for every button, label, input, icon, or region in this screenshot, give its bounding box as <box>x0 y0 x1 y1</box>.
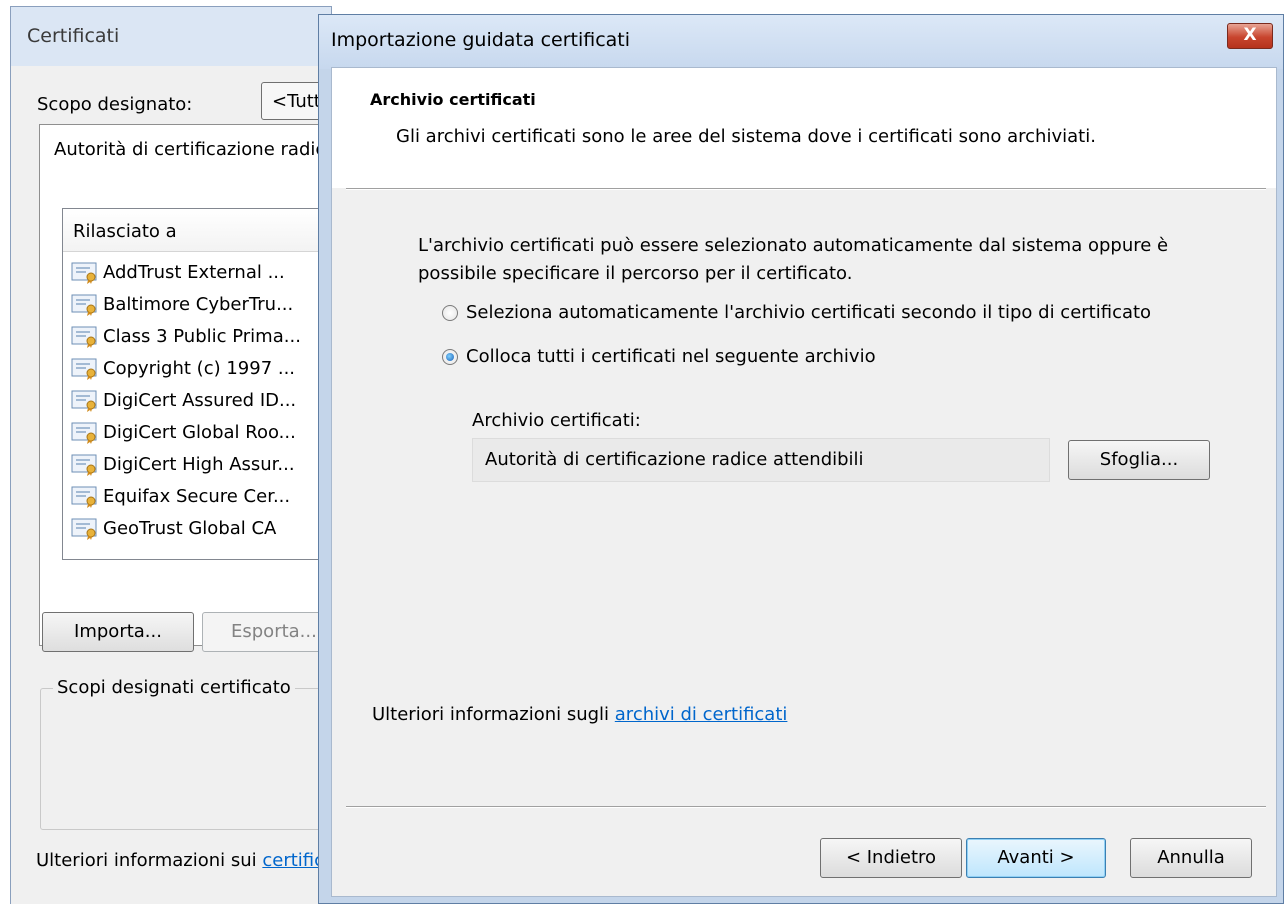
certificate-row[interactable]: AddTrust External ... <box>71 257 285 287</box>
radio-auto-label: Seleziona automaticamente l'archivio cer… <box>466 302 1152 323</box>
certificate-import-wizard: Importazione guidata certificati X Archi… <box>318 14 1284 904</box>
certificate-icon <box>71 518 99 540</box>
close-icon[interactable]: X <box>1227 23 1273 49</box>
certificate-purposes-group: Scopi designati certificato <box>40 677 352 830</box>
store-field: Autorità di certificazione radice attend… <box>472 438 1050 482</box>
more-info-text: Ulteriori informazioni sui <box>36 850 263 871</box>
wizard-titlebar[interactable]: Importazione guidata certificati X <box>319 15 1283 69</box>
certificate-name: DigiCert Assured ID... <box>103 389 297 411</box>
certificates-more-info: Ulteriori informazioni sui certificati <box>36 850 347 871</box>
section-description: Gli archivi certificati sono le aree del… <box>396 126 1096 147</box>
cancel-button[interactable]: Annulla <box>1130 838 1252 878</box>
radio-manual-icon[interactable] <box>442 348 458 365</box>
column-header-issued-to[interactable]: Rilasciato a <box>63 209 353 252</box>
certificate-row[interactable]: Baltimore CyberTru... <box>71 289 293 319</box>
back-button[interactable]: < Indietro <box>820 838 962 878</box>
certificate-name: Equifax Secure Cer... <box>103 485 291 507</box>
certificate-icon <box>71 262 99 284</box>
certificates-window-title: Certificati <box>27 25 120 47</box>
certificate-name: Copyright (c) 1997 ... <box>103 357 296 379</box>
scope-label: Scopo designato: <box>37 94 193 115</box>
radio-place-in-store[interactable]: Colloca tutti i certificati nel seguente… <box>442 346 876 367</box>
certificate-icon <box>71 294 99 316</box>
browse-button[interactable]: Sfoglia... <box>1068 440 1210 480</box>
column-header-label: Rilasciato a <box>73 221 177 242</box>
certificate-row[interactable]: Class 3 Public Prima... <box>71 321 301 351</box>
certificate-row[interactable]: Copyright (c) 1997 ... <box>71 353 295 383</box>
certificate-icon <box>71 454 99 476</box>
certificate-row[interactable]: DigiCert Global Roo... <box>71 417 296 447</box>
certificate-icon <box>71 422 99 444</box>
certificate-name: Class 3 Public Prima... <box>103 325 301 347</box>
certificate-row[interactable]: DigiCert High Assur... <box>71 449 295 479</box>
certificate-purposes-label: Scopi designati certificato <box>53 677 295 698</box>
next-button[interactable]: Avanti > <box>966 838 1106 878</box>
certificate-name: DigiCert High Assur... <box>103 453 295 475</box>
wizard-body: Archivio certificati Gli archivi certifi… <box>331 67 1277 897</box>
certificate-name: GeoTrust Global CA <box>103 517 277 539</box>
certificate-icon <box>71 390 99 412</box>
certificate-icon <box>71 358 99 380</box>
radio-auto-icon[interactable] <box>442 304 458 321</box>
radio-manual-label: Colloca tutti i certificati nel seguente… <box>466 346 876 367</box>
certificate-name: DigiCert Global Roo... <box>103 421 296 443</box>
certificate-row[interactable]: DigiCert Assured ID... <box>71 385 296 415</box>
certificate-row[interactable]: GeoTrust Global CA <box>71 513 276 543</box>
wizard-title: Importazione guidata certificati <box>331 29 631 51</box>
import-button[interactable]: Importa... <box>42 612 194 652</box>
section-title: Archivio certificati <box>370 90 536 109</box>
wizard-header: Archivio certificati Gli archivi certifi… <box>332 68 1276 188</box>
certificate-row[interactable]: Equifax Secure Cer... <box>71 481 290 511</box>
more-info-text: Ulteriori informazioni sugli <box>372 704 615 725</box>
intro-text: L'archivio certificati può essere selezi… <box>418 235 1169 284</box>
certificate-stores-link[interactable]: archivi di certificati <box>615 704 788 725</box>
certificates-window-titlebar: Certificati <box>10 6 332 67</box>
certificate-list[interactable]: Rilasciato a AddTrust External ... Baltim… <box>62 208 354 560</box>
store-label: Archivio certificati: <box>472 410 641 431</box>
wizard-more-info: Ulteriori informazioni sugli archivi di … <box>372 704 787 725</box>
certificate-icon <box>71 326 99 348</box>
header-divider <box>346 188 1266 190</box>
radio-auto-select[interactable]: Seleziona automaticamente l'archivio cer… <box>442 302 1151 323</box>
certificate-icon <box>71 486 99 508</box>
certificate-name: Baltimore CyberTru... <box>103 293 294 315</box>
footer-divider <box>346 806 1266 808</box>
certificate-name: AddTrust External ... <box>103 261 285 283</box>
